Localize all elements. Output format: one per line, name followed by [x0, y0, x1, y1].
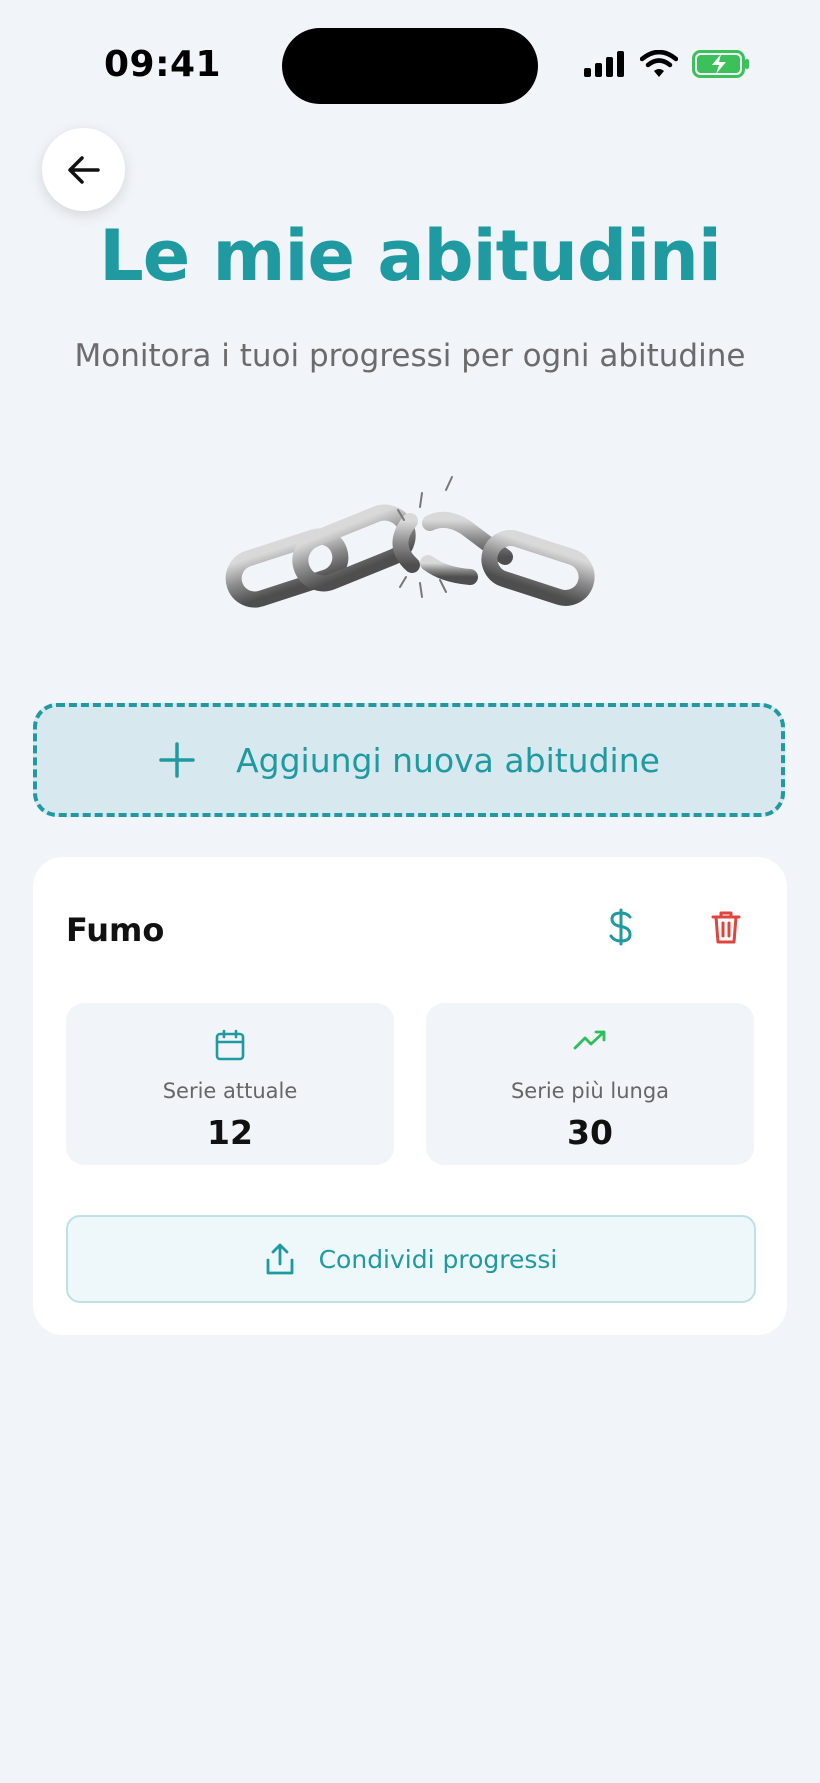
add-habit-button[interactable]: Aggiungi nuova abitudine [33, 703, 785, 817]
page-title: Le mie abitudini [99, 215, 722, 297]
longest-streak-box: Serie più lunga 30 [426, 1003, 754, 1165]
habit-card: Fumo Serie attuale 12 Serie più lunga 30 [33, 857, 787, 1335]
habit-name: Fumo [66, 911, 165, 949]
dynamic-island [282, 28, 538, 104]
status-icons [584, 50, 750, 78]
dollar-icon [609, 908, 632, 946]
current-streak-label: Serie attuale [162, 1079, 298, 1103]
current-streak-box: Serie attuale 12 [66, 1003, 394, 1165]
delete-habit-button[interactable] [698, 899, 754, 955]
broken-chain-image [225, 476, 595, 608]
add-habit-label: Aggiungi nuova abitudine [236, 740, 660, 780]
calendar-icon [215, 1029, 245, 1061]
status-bar: 09:41 [0, 0, 820, 130]
share-icon [266, 1243, 293, 1275]
back-button[interactable] [42, 128, 125, 211]
current-streak-value: 12 [207, 1113, 253, 1152]
longest-streak-label: Serie più lunga [510, 1079, 670, 1103]
signal-icon [584, 51, 624, 77]
trash-icon [711, 911, 741, 944]
page-subtitle: Monitora i tuoi progressi per ogni abitu… [74, 338, 746, 374]
status-time: 09:41 [104, 44, 222, 85]
savings-button[interactable] [593, 899, 649, 955]
share-progress-label: Condividi progressi [318, 1244, 558, 1274]
battery-charging-icon [692, 50, 749, 78]
trending-up-icon [573, 1030, 606, 1050]
longest-streak-value: 30 [567, 1113, 613, 1152]
wifi-icon [640, 50, 678, 77]
plus-icon [159, 742, 195, 778]
arrow-left-icon [67, 155, 100, 184]
share-progress-button[interactable]: Condividi progressi [66, 1215, 756, 1303]
